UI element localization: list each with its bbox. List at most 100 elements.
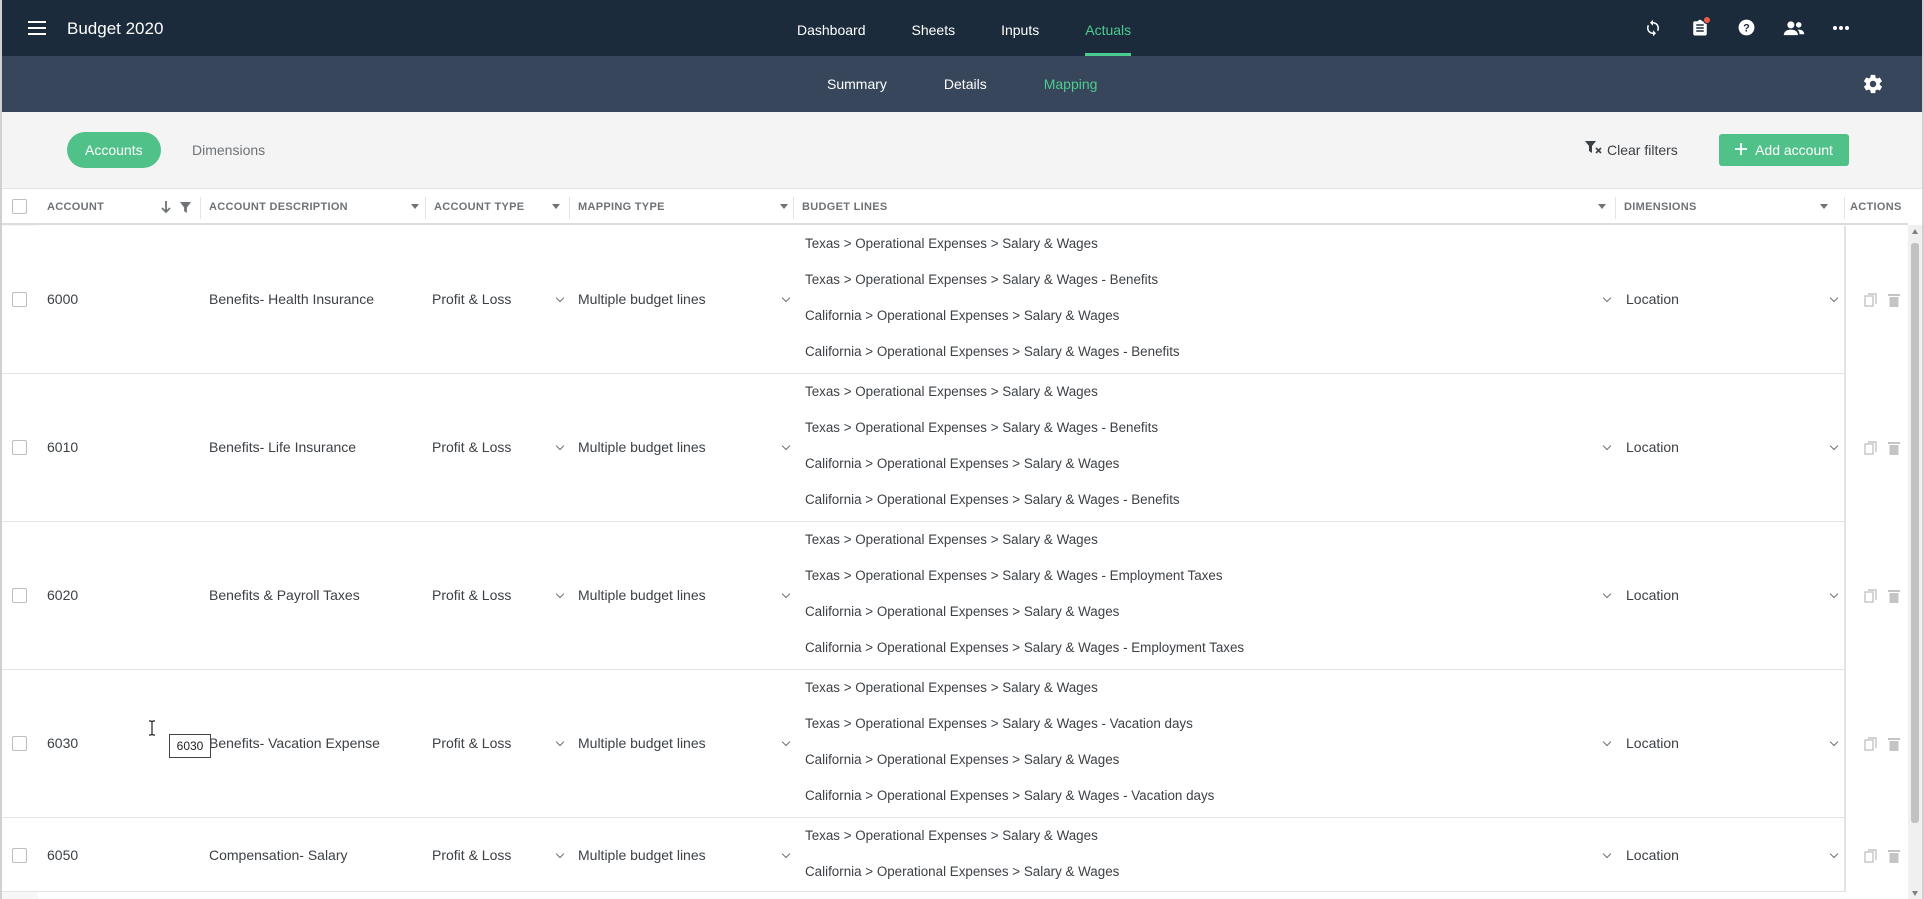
caret-down-icon[interactable] — [411, 204, 419, 209]
nav-sheets[interactable]: Sheets — [912, 0, 956, 56]
tab-details[interactable]: Details — [944, 56, 987, 112]
clear-filters-button[interactable]: Clear filters — [1585, 141, 1678, 158]
copy-icon[interactable] — [1864, 589, 1878, 603]
gear-icon[interactable] — [1862, 73, 1884, 95]
table-row[interactable]: 6010 Benefits- Life Insurance Profit & L… — [2, 374, 1844, 522]
budget-line[interactable]: Texas > Operational Expenses > Salary & … — [805, 568, 1223, 583]
dimensions-toggle[interactable]: Dimensions — [174, 132, 283, 168]
chevron-down-icon[interactable] — [1830, 590, 1840, 600]
nav-dashboard[interactable]: Dashboard — [797, 0, 866, 56]
row-checkbox[interactable] — [12, 292, 27, 307]
budget-line[interactable]: Texas > Operational Expenses > Salary & … — [805, 420, 1158, 435]
row-checkbox[interactable] — [12, 588, 27, 603]
header-account-description[interactable]: ACCOUNT DESCRIPTION — [209, 189, 427, 225]
budget-line[interactable]: California > Operational Expenses > Sala… — [805, 492, 1180, 507]
chevron-down-icon[interactable] — [556, 442, 566, 452]
dimension-value[interactable]: Location — [1626, 735, 1679, 751]
budget-line[interactable]: Texas > Operational Expenses > Salary & … — [805, 236, 1098, 251]
tab-summary[interactable]: Summary — [827, 56, 887, 112]
budget-line[interactable]: California > Operational Expenses > Sala… — [805, 344, 1180, 359]
account-type[interactable]: Profit & Loss — [432, 439, 511, 455]
chevron-down-icon[interactable] — [782, 294, 792, 304]
account-description[interactable]: Compensation- Salary — [209, 847, 348, 863]
clipboard-icon[interactable] — [1688, 16, 1711, 39]
sort-down-icon[interactable] — [161, 189, 171, 225]
nav-inputs[interactable]: Inputs — [1001, 0, 1039, 56]
account-number[interactable]: 6030 — [47, 735, 78, 751]
dimension-value[interactable]: Location — [1626, 847, 1679, 863]
account-type[interactable]: Profit & Loss — [432, 735, 511, 751]
vertical-scrollbar[interactable] — [1908, 225, 1922, 899]
header-dimensions[interactable]: DIMENSIONS — [1624, 189, 1836, 225]
trash-icon[interactable] — [1888, 293, 1902, 307]
select-all-checkbox[interactable] — [12, 199, 27, 214]
account-description[interactable]: Benefits- Life Insurance — [209, 439, 356, 455]
scroll-down-arrow[interactable] — [1912, 891, 1918, 896]
budget-line[interactable]: Texas > Operational Expenses > Salary & … — [805, 272, 1158, 287]
header-account-type[interactable]: ACCOUNT TYPE — [434, 189, 568, 225]
budget-line[interactable]: California > Operational Expenses > Sala… — [805, 308, 1119, 323]
budget-line[interactable]: California > Operational Expenses > Sala… — [805, 640, 1244, 655]
row-checkbox[interactable] — [12, 440, 27, 455]
chevron-down-icon[interactable] — [1603, 294, 1613, 304]
chevron-down-icon[interactable] — [556, 294, 566, 304]
chevron-down-icon[interactable] — [556, 590, 566, 600]
row-checkbox[interactable] — [12, 736, 27, 751]
trash-icon[interactable] — [1888, 849, 1902, 863]
copy-icon[interactable] — [1864, 441, 1878, 455]
help-icon[interactable]: ? — [1735, 16, 1758, 39]
budget-line[interactable]: Texas > Operational Expenses > Salary & … — [805, 680, 1098, 695]
accounts-toggle[interactable]: Accounts — [67, 132, 161, 168]
chevron-down-icon[interactable] — [556, 850, 566, 860]
account-type[interactable]: Profit & Loss — [432, 291, 511, 307]
dimension-value[interactable]: Location — [1626, 587, 1679, 603]
header-account[interactable]: ACCOUNT — [47, 189, 202, 225]
hamburger-menu-icon[interactable] — [28, 21, 46, 35]
dimension-value[interactable]: Location — [1626, 439, 1679, 455]
chevron-down-icon[interactable] — [1830, 738, 1840, 748]
table-row[interactable]: 6050 Compensation- Salary Profit & Loss … — [2, 818, 1844, 892]
mapping-type[interactable]: Multiple budget lines — [578, 847, 706, 863]
chevron-down-icon[interactable] — [782, 850, 792, 860]
trash-icon[interactable] — [1888, 737, 1902, 751]
filter-icon[interactable] — [180, 189, 191, 225]
copy-icon[interactable] — [1864, 849, 1878, 863]
budget-line[interactable]: Texas > Operational Expenses > Salary & … — [805, 716, 1193, 731]
users-icon[interactable] — [1782, 16, 1805, 39]
row-checkbox[interactable] — [12, 848, 27, 863]
chevron-down-icon[interactable] — [1603, 738, 1613, 748]
sync-icon[interactable] — [1641, 16, 1664, 39]
chevron-down-icon[interactable] — [782, 590, 792, 600]
mapping-type[interactable]: Multiple budget lines — [578, 439, 706, 455]
table-row[interactable]: 6000 Benefits- Health Insurance Profit &… — [2, 226, 1844, 374]
tab-mapping[interactable]: Mapping — [1044, 56, 1098, 112]
mapping-type[interactable]: Multiple budget lines — [578, 291, 706, 307]
copy-icon[interactable] — [1864, 737, 1878, 751]
more-icon[interactable] — [1829, 16, 1852, 39]
account-number[interactable]: 6010 — [47, 439, 78, 455]
trash-icon[interactable] — [1888, 441, 1902, 455]
budget-line[interactable]: California > Operational Expenses > Sala… — [805, 604, 1119, 619]
chevron-down-icon[interactable] — [1830, 442, 1840, 452]
account-type[interactable]: Profit & Loss — [432, 587, 511, 603]
header-budget-lines[interactable]: BUDGET LINES — [802, 189, 1614, 225]
budget-line[interactable]: California > Operational Expenses > Sala… — [805, 456, 1119, 471]
budget-line[interactable]: Texas > Operational Expenses > Salary & … — [805, 828, 1098, 843]
header-mapping-type[interactable]: MAPPING TYPE — [578, 189, 796, 225]
caret-down-icon[interactable] — [1598, 204, 1606, 209]
chevron-down-icon[interactable] — [1830, 294, 1840, 304]
nav-actuals[interactable]: Actuals — [1085, 0, 1131, 56]
account-number[interactable]: 6020 — [47, 587, 78, 603]
dimension-value[interactable]: Location — [1626, 291, 1679, 307]
table-row[interactable]: 6020 Benefits & Payroll Taxes Profit & L… — [2, 522, 1844, 670]
caret-down-icon[interactable] — [1820, 204, 1828, 209]
account-type[interactable]: Profit & Loss — [432, 847, 511, 863]
account-number[interactable]: 6000 — [47, 291, 78, 307]
chevron-down-icon[interactable] — [1603, 590, 1613, 600]
chevron-down-icon[interactable] — [1603, 850, 1613, 860]
budget-line[interactable]: Texas > Operational Expenses > Salary & … — [805, 384, 1098, 399]
mapping-type[interactable]: Multiple budget lines — [578, 587, 706, 603]
chevron-down-icon[interactable] — [782, 442, 792, 452]
account-description[interactable]: Benefits- Health Insurance — [209, 291, 374, 307]
chevron-down-icon[interactable] — [1830, 850, 1840, 860]
